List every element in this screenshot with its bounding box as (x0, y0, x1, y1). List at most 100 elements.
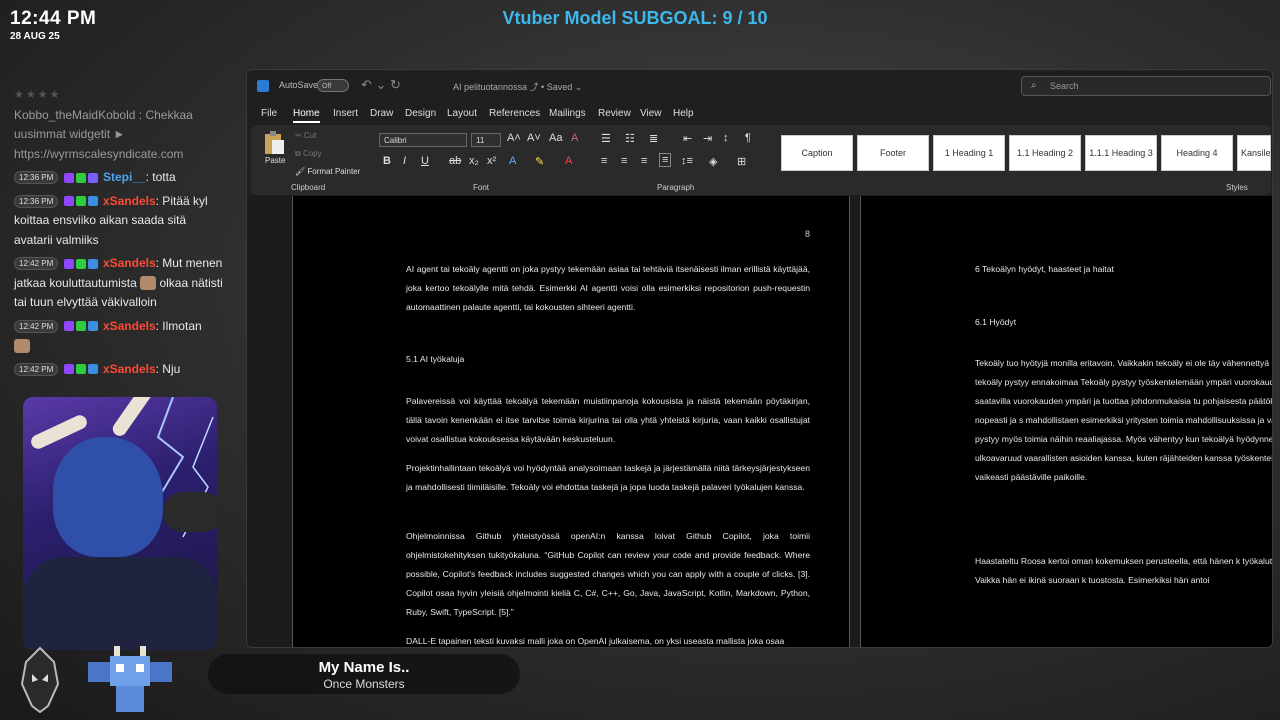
style-heading-3[interactable]: 1.1.1 Heading 3 (1085, 135, 1157, 171)
tab-help[interactable]: Help (673, 108, 694, 119)
style-heading-2[interactable]: 1.1 Heading 2 (1009, 135, 1081, 171)
tab-home[interactable]: Home (293, 108, 320, 123)
verified-badge-icon (75, 196, 86, 207)
font-group-label: Font (473, 183, 490, 192)
verified-badge-icon (75, 172, 86, 183)
tab-draw[interactable]: Draw (370, 108, 393, 119)
chat-overlay: ★★★★ Kobbo_theMaidKobold : Chekkaa uusim… (14, 86, 226, 383)
verified-badge-icon (75, 364, 86, 375)
change-case-icon[interactable]: Aa (549, 132, 562, 144)
document-area[interactable]: 8 AI agent tai tekoäly agentti on joka p… (247, 196, 1272, 647)
multilevel-list-icon[interactable]: ≣ (649, 132, 658, 145)
section-heading[interactable]: 5.1 AI työkaluja (406, 354, 464, 364)
paragraph[interactable]: Tekoäly tuo hyötyjä monilla eritavoin. V… (975, 354, 1272, 487)
italic-icon[interactable]: I (403, 155, 406, 167)
show-marks-icon[interactable]: ¶ (745, 132, 751, 144)
align-left-icon[interactable]: ≡ (601, 155, 607, 167)
chat-message: 12:42 PM xSandels: Mut menen jatkaa koul… (14, 254, 226, 313)
bullets-icon[interactable]: ☰ (601, 132, 611, 145)
bold-icon[interactable]: B (383, 155, 391, 167)
tab-mailings[interactable]: Mailings (549, 108, 586, 119)
microphone-icon (163, 492, 217, 532)
borders-icon[interactable]: ⊞ (737, 155, 746, 168)
tab-view[interactable]: View (640, 108, 662, 119)
grow-font-icon[interactable]: A˄ (507, 132, 521, 144)
highlight-icon[interactable]: ✎ (535, 155, 544, 168)
word-app-icon (257, 80, 269, 92)
paragraph[interactable]: Palavereissä voi käyttää tekoälyä tekemä… (406, 392, 810, 449)
text-effects-icon[interactable]: A (509, 155, 516, 167)
decrease-indent-icon[interactable]: ⇤ (683, 132, 692, 145)
font-size-select[interactable]: 11 (471, 133, 501, 147)
clock-date: 28 AUG 25 (10, 31, 60, 42)
paragraph[interactable]: AI agent tai tekoäly agentti on joka pys… (406, 260, 810, 317)
paragraph-group-label: Paragraph (657, 183, 695, 192)
tab-review[interactable]: Review (598, 108, 631, 119)
paragraph[interactable]: Haastateltu Roosa kertoi oman kokemuksen… (975, 552, 1272, 590)
paragraph[interactable]: Projektinhallintaan tekoälyä voi hyödynt… (406, 459, 810, 497)
chat-username: Kobbo_theMaidKobold (14, 107, 136, 122)
justify-icon[interactable]: ≡ (659, 153, 672, 167)
search-input[interactable]: ⌕ Search (1021, 76, 1271, 96)
autosave-label: AutoSave (279, 80, 319, 90)
style-footer[interactable]: Footer (857, 135, 929, 171)
chat-message: 12:42 PM xSandels: Nju (14, 360, 226, 380)
line-spacing-icon[interactable]: ↕≡ (681, 155, 693, 167)
sort-icon[interactable]: ↕ (723, 132, 729, 144)
copy-label: Copy (302, 149, 322, 158)
align-center-icon[interactable]: ≡ (621, 155, 627, 167)
numbering-icon[interactable]: ☷ (625, 132, 635, 145)
font-color-icon[interactable]: A (565, 155, 572, 167)
chat-text: : totta (145, 170, 176, 184)
twitch-badge-icon (63, 196, 74, 207)
style-heading-1[interactable]: 1 Heading 1 (933, 135, 1005, 171)
subgoal-banner: Vtuber Model SUBGOAL: 9 / 10 (502, 8, 768, 28)
superscript-icon[interactable]: x² (487, 155, 496, 167)
document-title[interactable]: AI pelituotannossa ⤴ • Saved ⌄ (453, 80, 582, 93)
clear-formatting-icon[interactable]: A (571, 132, 578, 144)
tab-insert[interactable]: Insert (333, 108, 358, 119)
dragon-head (53, 437, 163, 557)
vtuber-avatar (23, 397, 217, 650)
tab-file[interactable]: File (261, 108, 277, 119)
song-artist: Once Monsters (323, 677, 405, 691)
word-window[interactable]: AutoSave Off ↶ ⌄ ↻ AI pelituotannossa ⤴ … (246, 69, 1273, 648)
document-page[interactable]: 8 AI agent tai tekoäly agentti on joka p… (292, 196, 850, 647)
chat-username: xSandels (102, 361, 156, 376)
paste-icon[interactable] (263, 131, 285, 155)
shrink-font-icon[interactable]: A˅ (527, 132, 541, 144)
align-right-icon[interactable]: ≡ (641, 155, 647, 167)
ribbon: Paste ✂ Cut ⧉ Copy 🖌 Format Painter Clip… (251, 125, 1271, 195)
font-name-select[interactable]: Calibri (379, 133, 467, 147)
underline-icon[interactable]: U (421, 155, 429, 167)
tab-design[interactable]: Design (405, 108, 436, 119)
autosave-toggle[interactable]: Off (317, 79, 349, 92)
twitch-badge-icon (63, 364, 74, 375)
copy-button[interactable]: ⧉ Copy (295, 149, 322, 159)
tab-layout[interactable]: Layout (447, 108, 477, 119)
shading-icon[interactable]: ◈ (709, 155, 717, 168)
title-bar: AutoSave Off ↶ ⌄ ↻ AI pelituotannossa ⤴ … (247, 70, 1272, 102)
tab-references[interactable]: References (489, 108, 540, 119)
increase-indent-icon[interactable]: ⇥ (703, 132, 712, 145)
style-kansilehti[interactable]: Kansilehti (1237, 135, 1271, 171)
style-caption[interactable]: Caption (781, 135, 853, 171)
section-heading[interactable]: 6.1 Hyödyt (975, 317, 1016, 327)
paste-button[interactable]: Paste (265, 156, 285, 165)
paragraph[interactable]: Ohjelmoinnissa Github yhteistyössä openA… (406, 527, 810, 622)
page-number: 8 (805, 229, 811, 239)
undo-icon[interactable]: ↶ ⌄ ↻ (361, 77, 401, 93)
strikethrough-icon[interactable]: ab (449, 155, 461, 167)
document-page[interactable]: 6 Tekoälyn hyödyt, haasteet ja haitat 6.… (860, 196, 1272, 647)
subscript-icon[interactable]: x₂ (469, 155, 479, 167)
cut-label: Cut (303, 131, 317, 140)
cut-button[interactable]: ✂ Cut (295, 131, 316, 140)
pixel-dragon-mascot-icon (88, 646, 172, 712)
paragraph[interactable]: DALL-E tapainen teksti kuvaksi malli jok… (406, 632, 810, 647)
chat-timestamp: 12:42 PM (14, 319, 59, 333)
format-painter-button[interactable]: 🖌 Format Painter (295, 167, 360, 176)
style-heading-4[interactable]: Heading 4 (1161, 135, 1233, 171)
section-heading[interactable]: 6 Tekoälyn hyödyt, haasteet ja haitat (975, 264, 1114, 274)
clipboard-group-label: Clipboard (291, 183, 326, 192)
chat-message: 12:36 PM Stepi__: totta (14, 168, 226, 188)
